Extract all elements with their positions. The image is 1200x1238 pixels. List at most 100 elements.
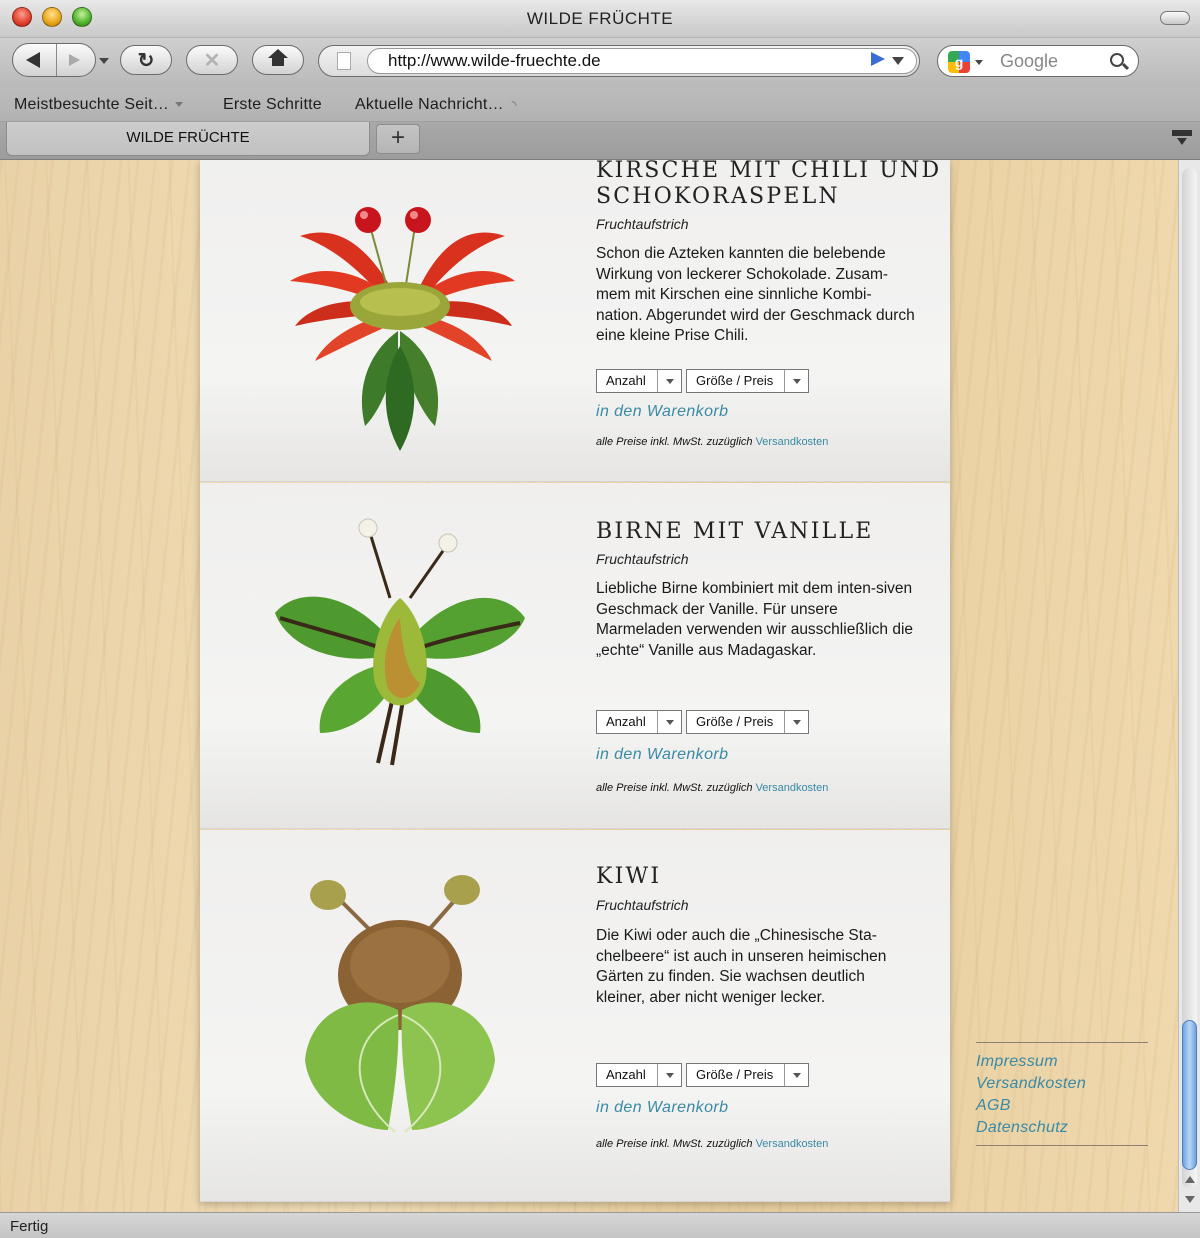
tab-list-icon[interactable] <box>1172 130 1192 148</box>
cherry-left <box>355 207 381 233</box>
window-titlebar: WILDE FRÜCHTE <box>0 0 1200 38</box>
blossom <box>358 518 378 538</box>
product-description: Schon die Azteken kannten die belebende … <box>596 245 915 345</box>
product-subtitle: Fruchtaufstrich <box>596 551 689 567</box>
chevron-down-icon <box>784 370 808 392</box>
product-title: KIWI <box>596 864 662 889</box>
history-dropdown-icon[interactable] <box>99 58 109 64</box>
add-to-cart-link[interactable]: in den Warenkorb <box>596 746 728 764</box>
bookmark-most-visited[interactable]: Meistbesuchte Seit… <box>14 96 183 114</box>
stop-button[interactable]: ✕ <box>186 45 238 75</box>
pear-vanilla-illustration <box>275 518 525 766</box>
tab-strip: WILDE FRÜCHTE + <box>0 122 1200 160</box>
size-price-select[interactable]: Größe / Preis <box>686 1063 809 1087</box>
product-card: KIRSCHE MIT CHILI UND SCHOKORASPELN Fruc… <box>200 160 950 482</box>
cherry-stem <box>404 225 416 292</box>
cacao-pod-highlight <box>360 288 440 316</box>
vanilla-antenna <box>408 547 447 599</box>
product-description: Die Kiwi oder auch die „Chinesische Sta-… <box>596 927 887 1006</box>
chevron-down-icon <box>657 370 681 392</box>
quantity-select-label: Anzahl <box>606 714 646 729</box>
chevron-down-icon <box>784 711 808 733</box>
cherry-chili-illustration <box>290 207 515 451</box>
chevron-down-icon <box>657 711 681 733</box>
chevron-down-icon <box>657 1064 681 1086</box>
product-card: BIRNE MIT VANILLE Fruchtaufstrich Liebli… <box>200 483 950 829</box>
url-history-dropdown-icon[interactable] <box>892 57 904 65</box>
search-engine-dropdown-icon[interactable] <box>975 60 983 65</box>
add-to-cart-link[interactable]: in den Warenkorb <box>596 403 728 421</box>
cherry-highlight <box>410 211 418 219</box>
kiwi-bud <box>444 875 480 905</box>
footer-link-versandkosten[interactable]: Versandkosten <box>976 1073 1148 1095</box>
stop-icon: ✕ <box>203 49 221 72</box>
home-icon <box>268 49 288 68</box>
bookmark-latest-headlines[interactable]: Aktuelle Nachricht… ◝ <box>355 96 517 114</box>
size-price-select[interactable]: Größe / Preis <box>686 710 809 734</box>
size-price-select[interactable]: Größe / Preis <box>686 369 809 393</box>
search-input[interactable]: Google <box>1000 51 1058 72</box>
shipping-cost-link[interactable]: Versandkosten <box>756 782 829 794</box>
new-tab-button[interactable]: + <box>376 124 420 154</box>
scroll-down-icon[interactable] <box>1185 1196 1195 1203</box>
search-bar[interactable]: g Google <box>937 45 1139 77</box>
chevron-down-icon <box>174 102 183 108</box>
cherry-highlight <box>360 211 368 219</box>
scrollbar-thumb[interactable] <box>1182 1020 1197 1170</box>
quantity-select[interactable]: Anzahl <box>596 710 682 734</box>
product-title: KIRSCHE MIT CHILI UND <box>596 160 942 183</box>
product-subtitle: Fruchtaufstrich <box>596 216 689 232</box>
product-title-line2: SCHOKORASPELN <box>596 184 840 209</box>
web-content: KIRSCHE MIT CHILI UND SCHOKORASPELN Fruc… <box>0 160 1178 1212</box>
navigation-toolbar: ↻ ✕ http://www.wilde-fruechte.de g Googl… <box>0 38 1200 88</box>
vanilla-antenna <box>368 532 392 599</box>
footer-link-agb[interactable]: AGB <box>976 1095 1148 1117</box>
price-note-text: alle Preise inkl. MwSt. zuzüglich <box>596 1138 753 1150</box>
size-select-label: Größe / Preis <box>696 373 774 388</box>
go-arrow-icon[interactable] <box>871 52 885 66</box>
bookmarks-bar: Meistbesuchte Seit… Erste Schritte Aktue… <box>0 88 1200 122</box>
forward-arrow-icon <box>69 54 80 66</box>
search-icon[interactable] <box>1110 53 1124 67</box>
google-icon[interactable]: g <box>948 51 970 73</box>
reload-icon: ↻ <box>137 49 155 72</box>
window-title: WILDE FRÜCHTE <box>526 9 674 28</box>
home-button[interactable] <box>252 45 304 75</box>
shipping-cost-link[interactable]: Versandkosten <box>756 1138 829 1150</box>
add-to-cart-link[interactable]: in den Warenkorb <box>596 1099 728 1117</box>
quantity-select[interactable]: Anzahl <box>596 1063 682 1087</box>
scroll-up-icon[interactable] <box>1185 1176 1195 1183</box>
back-arrow-icon <box>26 52 40 68</box>
shipping-cost-link[interactable]: Versandkosten <box>756 436 829 448</box>
quantity-select-label: Anzahl <box>606 373 646 388</box>
toolbar-toggle-button[interactable] <box>1160 11 1190 25</box>
product-description: Liebliche Birne kombiniert mit dem inten… <box>596 580 914 659</box>
quantity-select[interactable]: Anzahl <box>596 369 682 393</box>
rss-icon: ◝ <box>511 98 517 112</box>
tab-active[interactable]: WILDE FRÜCHTE <box>6 122 370 156</box>
status-bar: Fertig <box>0 1212 1200 1238</box>
kiwi-fruit-highlight <box>350 927 450 1003</box>
size-select-label: Größe / Preis <box>696 1067 774 1082</box>
kiwi-illustration <box>305 875 495 1133</box>
footer-link-impressum[interactable]: Impressum <box>976 1051 1148 1073</box>
address-bar[interactable]: http://www.wilde-fruechte.de <box>318 45 920 77</box>
footer-link-datenschutz[interactable]: Datenschutz <box>976 1117 1148 1139</box>
product-page: KIRSCHE MIT CHILI UND SCHOKORASPELN Fruc… <box>200 160 950 1202</box>
bookmark-getting-started[interactable]: Erste Schritte <box>223 96 322 114</box>
product-card: KIWI Fruchtaufstrich Die Kiwi oder auch … <box>200 830 950 1202</box>
forward-button[interactable] <box>57 44 95 76</box>
back-button[interactable] <box>13 44 57 76</box>
quantity-select-label: Anzahl <box>606 1067 646 1082</box>
reload-button[interactable]: ↻ <box>120 45 172 75</box>
product-title: BIRNE MIT VANILLE <box>596 519 874 544</box>
bookmark-label: Erste Schritte <box>223 96 322 113</box>
kiwi-bud <box>310 880 346 910</box>
price-note-text: alle Preise inkl. MwSt. zuzüglich <box>596 782 753 794</box>
chevron-down-icon <box>784 1064 808 1086</box>
vertical-scrollbar[interactable] <box>1178 160 1200 1212</box>
size-select-label: Größe / Preis <box>696 714 774 729</box>
status-text: Fertig <box>10 1218 49 1235</box>
price-note: alle Preise inkl. MwSt. zuzüglich Versan… <box>596 436 828 448</box>
url-input[interactable]: http://www.wilde-fruechte.de <box>367 48 917 74</box>
